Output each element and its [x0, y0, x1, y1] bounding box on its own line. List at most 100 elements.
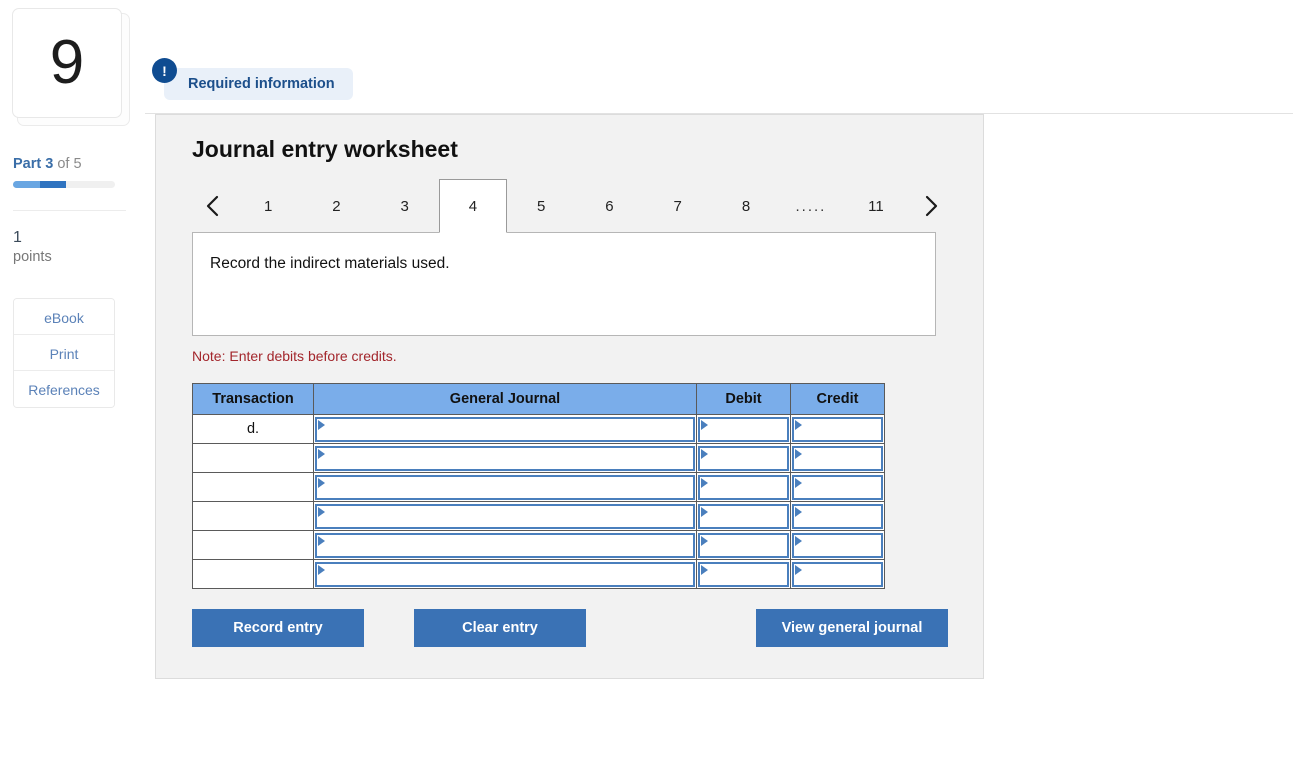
- tab-4[interactable]: 4: [438, 179, 508, 233]
- chevron-right-icon[interactable]: [910, 179, 952, 233]
- general-journal-cell: [313, 559, 697, 589]
- tab-7[interactable]: 7: [644, 179, 712, 233]
- prompt-box: Record the indirect materials used.: [192, 232, 936, 336]
- table-row: [192, 472, 885, 502]
- debit-cell: [696, 559, 791, 589]
- column-header-debit: Debit: [696, 383, 791, 415]
- debit-input[interactable]: [698, 503, 789, 529]
- prompt-text: Record the indirect materials used.: [210, 255, 450, 272]
- table-header-row: Transaction General Journal Debit Credit: [192, 383, 885, 415]
- question-tabs: 1 2 3 4 5 6 7 8 ..... 11: [192, 179, 952, 233]
- chevron-left-icon[interactable]: [192, 179, 234, 233]
- debit-input[interactable]: [698, 416, 789, 442]
- general-journal-cell: [313, 501, 697, 531]
- table-row: [192, 443, 885, 473]
- tab-2[interactable]: 2: [302, 179, 370, 233]
- credit-cell: [790, 501, 885, 531]
- part-progress-bar: [13, 181, 115, 188]
- table-header: Transaction General Journal Debit Credit: [192, 383, 885, 415]
- credit-input[interactable]: [792, 503, 883, 529]
- credit-cell: [790, 530, 885, 560]
- sidebar-divider: [13, 210, 126, 211]
- part-indicator: Part 3 of 5: [13, 156, 140, 172]
- credit-input[interactable]: [792, 532, 883, 558]
- tab-11[interactable]: 11: [842, 179, 910, 233]
- general-journal-cell: [313, 414, 697, 444]
- transaction-cell: [192, 472, 314, 502]
- account-select[interactable]: [315, 561, 695, 587]
- debit-input[interactable]: [698, 474, 789, 500]
- general-journal-cell: [313, 443, 697, 473]
- tab-6[interactable]: 6: [575, 179, 643, 233]
- question-number: 9: [49, 28, 85, 97]
- debit-cell: [696, 443, 791, 473]
- debit-cell: [696, 472, 791, 502]
- debits-before-credits-note: Note: Enter debits before credits.: [192, 348, 397, 364]
- tab-list: 1 2 3 4 5 6 7 8 ..... 11: [234, 179, 910, 233]
- page-root: 9 Part 3 of 5 1 points eBook Print Refer…: [0, 0, 1293, 761]
- transaction-cell: [192, 530, 314, 560]
- transaction-cell: [192, 443, 314, 473]
- credit-cell: [790, 414, 885, 444]
- ebook-button[interactable]: eBook: [14, 298, 114, 335]
- account-select[interactable]: [315, 474, 695, 500]
- progress-segment-light: [13, 181, 40, 188]
- general-journal-cell: [313, 472, 697, 502]
- debit-cell: [696, 414, 791, 444]
- view-general-journal-button[interactable]: View general journal: [756, 609, 948, 647]
- credit-input[interactable]: [792, 416, 883, 442]
- sidebar: 9 Part 3 of 5 1 points eBook Print Refer…: [0, 0, 140, 408]
- table-body: d.: [192, 414, 885, 589]
- account-select[interactable]: [315, 416, 695, 442]
- table-row: d.: [192, 414, 885, 444]
- account-select[interactable]: [315, 532, 695, 558]
- tab-8[interactable]: 8: [712, 179, 780, 233]
- table-row: [192, 530, 885, 560]
- points-label: points: [13, 248, 52, 265]
- part-prefix: Part: [13, 156, 42, 172]
- debit-cell: [696, 501, 791, 531]
- debit-input[interactable]: [698, 445, 789, 471]
- credit-input[interactable]: [792, 561, 883, 587]
- exclamation-icon: !: [152, 58, 177, 83]
- credit-input[interactable]: [792, 445, 883, 471]
- credit-input[interactable]: [792, 474, 883, 500]
- points-value: 1: [13, 229, 22, 246]
- worksheet-panel: Journal entry worksheet 1 2 3 4 5 6 7 8 …: [155, 114, 984, 679]
- debit-input[interactable]: [698, 561, 789, 587]
- table-row: [192, 559, 885, 589]
- general-journal-cell: [313, 530, 697, 560]
- account-select[interactable]: [315, 445, 695, 471]
- debit-input[interactable]: [698, 532, 789, 558]
- part-suffix: of 5: [57, 156, 82, 172]
- journal-entry-table: Transaction General Journal Debit Credit…: [192, 383, 885, 589]
- page-title: Journal entry worksheet: [192, 136, 458, 162]
- transaction-cell: [192, 559, 314, 589]
- transaction-cell: [192, 501, 314, 531]
- tab-1[interactable]: 1: [234, 179, 302, 233]
- question-card-front: 9: [12, 8, 122, 118]
- record-entry-button[interactable]: Record entry: [192, 609, 364, 647]
- clear-entry-button[interactable]: Clear entry: [414, 609, 586, 647]
- credit-cell: [790, 559, 885, 589]
- column-header-credit: Credit: [790, 383, 885, 415]
- tab-3[interactable]: 3: [371, 179, 439, 233]
- question-number-card: 9: [12, 8, 130, 126]
- references-button[interactable]: References: [14, 370, 114, 407]
- account-select[interactable]: [315, 503, 695, 529]
- tab-ellipsis: .....: [795, 198, 827, 215]
- print-button[interactable]: Print: [14, 334, 114, 371]
- debit-cell: [696, 530, 791, 560]
- credit-cell: [790, 472, 885, 502]
- action-bar: Record entry Clear entry View general jo…: [192, 609, 952, 647]
- credit-cell: [790, 443, 885, 473]
- sidebar-button-stack: eBook Print References: [13, 297, 115, 408]
- tab-5[interactable]: 5: [507, 179, 575, 233]
- column-header-general-journal: General Journal: [313, 383, 697, 415]
- transaction-cell: d.: [192, 414, 314, 444]
- table-row: [192, 501, 885, 531]
- part-current: 3: [45, 156, 54, 172]
- progress-segment-dark: [39, 181, 67, 188]
- required-information-pill: Required information: [164, 68, 353, 100]
- column-header-transaction: Transaction: [192, 383, 314, 415]
